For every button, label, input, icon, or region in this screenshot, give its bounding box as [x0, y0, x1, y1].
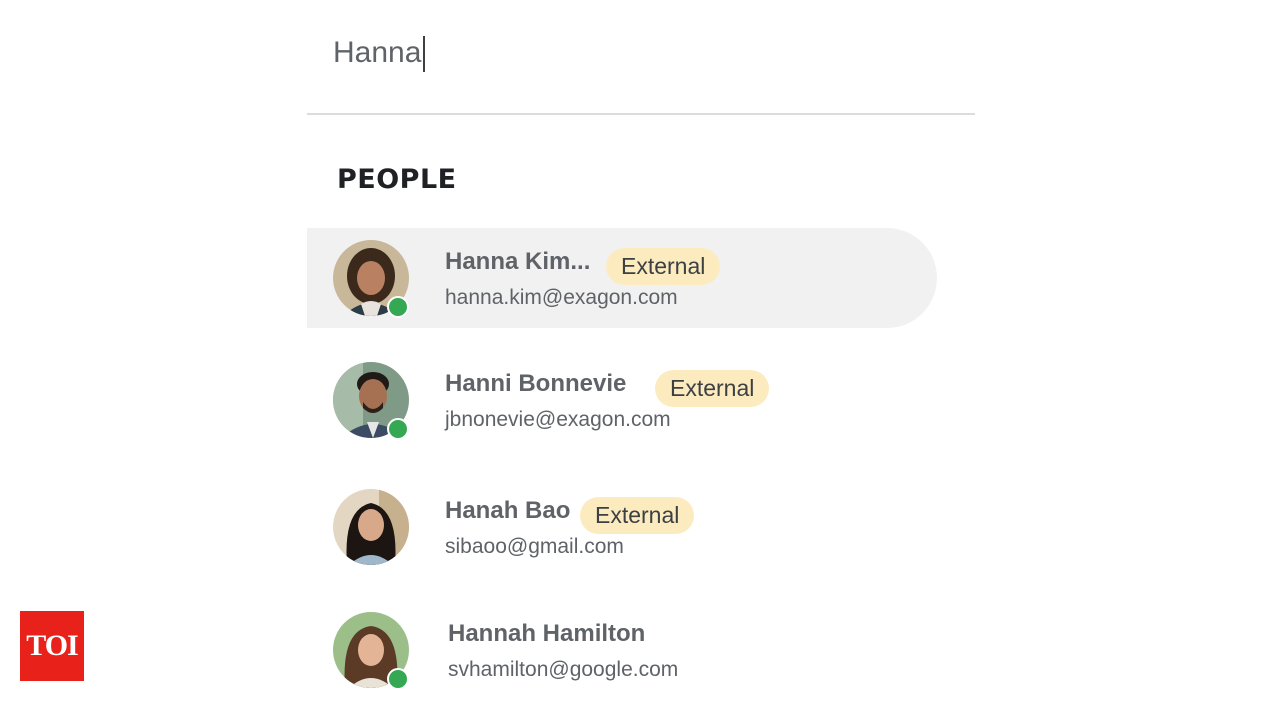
person-email: sibaoo@gmail.com: [445, 535, 624, 558]
toi-logo: TOI: [20, 611, 84, 681]
person-result-row[interactable]: Hanah Bao External sibaoo@gmail.com: [307, 477, 937, 577]
online-status-indicator: [387, 296, 409, 318]
external-badge: External: [655, 370, 770, 407]
external-badge: External: [580, 497, 695, 534]
people-section-heading: PEOPLE: [337, 164, 457, 195]
online-status-indicator: [387, 668, 409, 690]
person-result-row[interactable]: Hannah Hamilton svhamilton@google.com: [307, 600, 937, 700]
person-name: Hanni Bonnevie: [445, 370, 627, 397]
person-name: Hanna Kim...: [445, 248, 591, 275]
person-result-row[interactable]: Hanna Kim... External hanna.kim@exagon.c…: [307, 228, 937, 328]
text-cursor: [423, 36, 425, 72]
person-email: hanna.kim@exagon.com: [445, 286, 678, 309]
person-result-row[interactable]: Hanni Bonnevie External jbnonevie@exagon…: [307, 350, 937, 450]
search-bar: [307, 0, 975, 115]
avatar: [333, 489, 409, 565]
person-name: Hanah Bao: [445, 497, 571, 524]
external-badge: External: [606, 248, 721, 285]
online-status-indicator: [387, 418, 409, 440]
person-email: jbnonevie@exagon.com: [445, 408, 671, 431]
person-email: svhamilton@google.com: [448, 658, 679, 681]
person-name: Hannah Hamilton: [448, 620, 646, 647]
